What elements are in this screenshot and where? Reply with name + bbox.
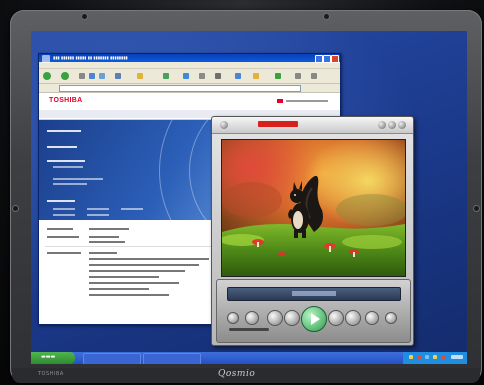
home-icon[interactable] <box>99 73 105 79</box>
hero-menu-item[interactable] <box>47 130 81 132</box>
maximize-icon[interactable] <box>388 121 396 129</box>
mute-icon[interactable] <box>385 312 397 324</box>
print-icon[interactable] <box>215 73 221 79</box>
body-text-line <box>89 252 117 254</box>
body-divider <box>45 246 215 247</box>
folder-icon[interactable] <box>253 73 259 79</box>
body-text-line <box>89 288 149 290</box>
tray-icon[interactable] <box>409 355 413 359</box>
tray-icon[interactable] <box>417 355 421 359</box>
media-player-window[interactable] <box>211 116 414 346</box>
tool-icon[interactable] <box>295 73 301 79</box>
tray-icon[interactable] <box>433 355 437 359</box>
address-bar <box>39 84 340 93</box>
body-text-line <box>89 236 119 238</box>
next-icon[interactable] <box>345 310 361 326</box>
bezel-dot <box>82 14 87 19</box>
refresh-icon[interactable] <box>89 73 95 79</box>
mail-icon[interactable] <box>199 73 205 79</box>
forward-icon[interactable] <box>61 72 69 80</box>
prev-icon[interactable] <box>267 310 283 326</box>
messenger-icon[interactable] <box>275 73 281 79</box>
fast-forward-icon[interactable] <box>328 310 344 326</box>
bezel-dot <box>474 206 479 211</box>
hero-submenu-item[interactable] <box>53 178 103 180</box>
menu-bar <box>39 62 340 75</box>
site-logo[interactable]: TOSHIBA <box>49 97 82 104</box>
body-text-line <box>89 282 179 284</box>
start-logo: ▬▬▬ <box>41 354 56 360</box>
minimize-icon[interactable] <box>315 55 323 63</box>
media-icon[interactable] <box>163 73 169 79</box>
browser-title-bar[interactable]: ▮▮▮ ▮▮▮▮▮▮ ▮▮▮▮▮ ▮▮ ▮▮▮▮▮▮▮ ▮▮▮▮▮▮▮▮ <box>39 54 340 63</box>
minimize-icon[interactable] <box>378 121 386 129</box>
body-text-line <box>89 228 129 230</box>
stop-icon[interactable] <box>79 73 85 79</box>
toolbar <box>39 69 340 84</box>
seek-bar[interactable] <box>227 287 401 301</box>
hero-submenu-item[interactable] <box>53 214 75 216</box>
player-control-panel <box>216 279 411 343</box>
close-icon[interactable] <box>398 121 406 129</box>
hero-menu-item[interactable] <box>47 160 85 162</box>
edit-icon[interactable] <box>235 73 241 79</box>
bezel-dot <box>324 14 329 19</box>
body-text-line <box>47 236 79 238</box>
body-text-line <box>89 241 125 243</box>
close-icon[interactable] <box>331 55 339 63</box>
eject-icon[interactable] <box>245 311 259 325</box>
body-text-line <box>47 228 73 230</box>
player-menu-icon[interactable] <box>220 121 228 129</box>
taskbar-item-player[interactable] <box>143 353 201 364</box>
hero-submenu-item[interactable] <box>53 166 83 168</box>
body-text-line <box>89 258 209 260</box>
search-icon[interactable] <box>115 73 121 79</box>
body-text-line <box>89 264 199 266</box>
body-text-line <box>89 270 185 272</box>
hero-submenu-item[interactable] <box>121 208 143 210</box>
hero-menu-item[interactable] <box>47 146 77 148</box>
brand-logo: Qosmio <box>218 369 256 379</box>
player-logo <box>258 121 298 127</box>
laptop-screen: ▮▮▮ ▮▮▮▮▮▮ ▮▮▮▮▮ ▮▮ ▮▮▮▮▮▮▮ ▮▮▮▮▮▮▮▮ TOS… <box>31 31 467 364</box>
hero-submenu-item[interactable] <box>87 208 109 210</box>
time-display <box>292 291 336 296</box>
address-input[interactable] <box>59 85 301 92</box>
hero-menu-item[interactable] <box>47 200 75 202</box>
hero-submenu-item[interactable] <box>53 208 75 210</box>
volume-slider[interactable] <box>229 328 269 331</box>
rewind-icon[interactable] <box>284 310 300 326</box>
back-icon[interactable] <box>43 72 51 80</box>
taskbar: ▬▬▬ <box>31 352 467 364</box>
tray-icon[interactable] <box>441 355 445 359</box>
maximize-icon[interactable] <box>323 55 331 63</box>
play-button[interactable] <box>301 306 327 332</box>
history-icon[interactable] <box>183 73 189 79</box>
player-title-bar[interactable] <box>212 117 413 134</box>
model-text: TOSHIBA <box>38 371 64 377</box>
favorites-icon[interactable] <box>137 73 143 79</box>
body-text-line <box>47 252 81 254</box>
squirrel-video-image <box>222 140 405 276</box>
hero-submenu-item[interactable] <box>87 214 109 216</box>
clock[interactable] <box>451 355 463 359</box>
body-text-line <box>89 276 159 278</box>
tool-icon[interactable] <box>311 73 317 79</box>
body-text-line <box>89 294 169 296</box>
start-button[interactable]: ▬▬▬ <box>31 352 75 364</box>
header-links[interactable] <box>277 98 333 104</box>
hero-submenu-item[interactable] <box>53 183 87 185</box>
play-icon <box>311 313 320 325</box>
taskbar-item-browser[interactable] <box>83 353 141 364</box>
video-frame[interactable] <box>221 139 406 277</box>
bezel-dot <box>13 206 18 211</box>
system-tray <box>403 352 467 364</box>
tray-icon[interactable] <box>425 355 429 359</box>
stop-icon[interactable] <box>365 311 379 325</box>
app-icon <box>42 55 50 63</box>
browser-title-text: ▮▮▮ ▮▮▮▮▮▮ ▮▮▮▮▮ ▮▮ ▮▮▮▮▮▮▮ ▮▮▮▮▮▮▮▮ <box>53 55 128 60</box>
menu-icon[interactable] <box>227 312 239 324</box>
